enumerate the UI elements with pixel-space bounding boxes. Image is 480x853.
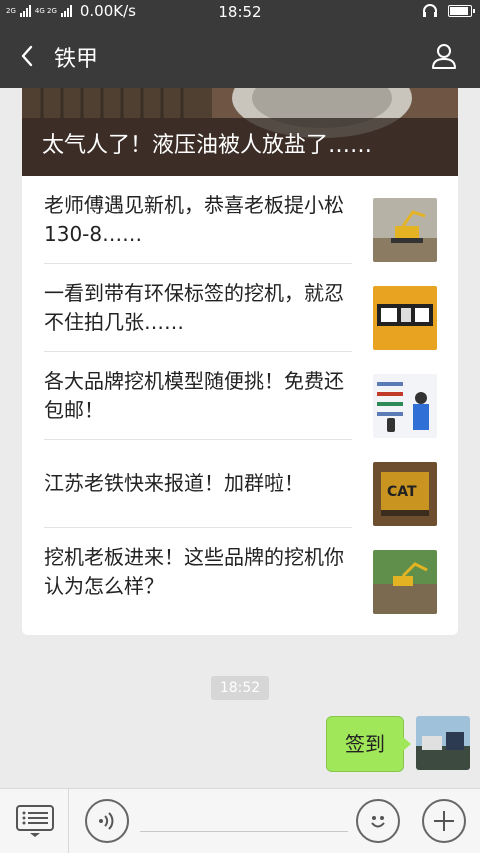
article-title: 江苏老铁快来报道！加群啦！ — [44, 471, 304, 495]
article-thumbnail — [373, 286, 437, 350]
plus-button[interactable] — [422, 799, 466, 843]
status-right — [422, 4, 475, 18]
back-chevron-icon[interactable] — [14, 42, 42, 70]
emoji-button[interactable] — [356, 799, 400, 843]
nav-bar: 铁甲 — [0, 24, 480, 88]
person-icon[interactable] — [430, 42, 458, 70]
article-item[interactable]: 江苏老铁快来报道！加群啦！ CAT — [22, 440, 458, 528]
emoji-icon — [371, 816, 385, 828]
message-timestamp: 18:52 — [211, 676, 269, 700]
article-title: 各大品牌挖机模型随便挑！免费还包邮！ — [44, 369, 344, 422]
battery-icon — [448, 5, 475, 17]
article-title: 挖机老板进来！这些品牌的挖机你认为怎么样？ — [44, 545, 344, 598]
status-bar: 2G 4G 2G 0.00K/s 18:52 — [0, 0, 480, 24]
headset-icon — [423, 4, 437, 17]
plus-icon — [434, 811, 454, 831]
article-thumbnail — [373, 198, 437, 262]
hero-article[interactable]: 太气人了！液压油被人放盐了…… — [22, 88, 458, 176]
message-input[interactable] — [140, 831, 348, 832]
menu-toggle-button[interactable] — [0, 789, 69, 853]
menu-list-icon — [16, 805, 54, 837]
status-time: 18:52 — [218, 3, 262, 21]
article-title: 老师傅遇见新机，恭喜老板提小松130-8…… — [44, 193, 344, 246]
avatar[interactable] — [416, 716, 470, 770]
sent-message-bubble[interactable]: 签到 — [326, 716, 411, 772]
svg-text:CAT: CAT — [387, 484, 417, 500]
article-card: 太气人了！液压油被人放盐了…… 老师傅遇见新机，恭喜老板提小松130-8…… 一… — [22, 88, 458, 635]
hero-caption: 太气人了！液压油被人放盐了…… — [42, 133, 373, 158]
article-item[interactable]: 挖机老板进来！这些品牌的挖机你认为怎么样？ — [22, 528, 458, 616]
article-item[interactable]: 各大品牌挖机模型随便挑！免费还包邮！ — [22, 352, 458, 440]
article-item[interactable]: 老师傅遇见新机，恭喜老板提小松130-8…… — [22, 176, 458, 264]
article-thumbnail: CAT — [373, 462, 437, 526]
article-title: 一看到带有环保标签的挖机，就忍不住拍几张…… — [44, 281, 344, 334]
voice-icon — [99, 812, 114, 830]
article-item[interactable]: 一看到带有环保标签的挖机，就忍不住拍几张…… — [22, 264, 458, 352]
input-bar — [0, 788, 480, 853]
article-thumbnail — [373, 374, 437, 438]
voice-button[interactable] — [85, 799, 129, 843]
article-thumbnail — [373, 550, 437, 614]
chat-title: 铁甲 — [54, 47, 99, 72]
